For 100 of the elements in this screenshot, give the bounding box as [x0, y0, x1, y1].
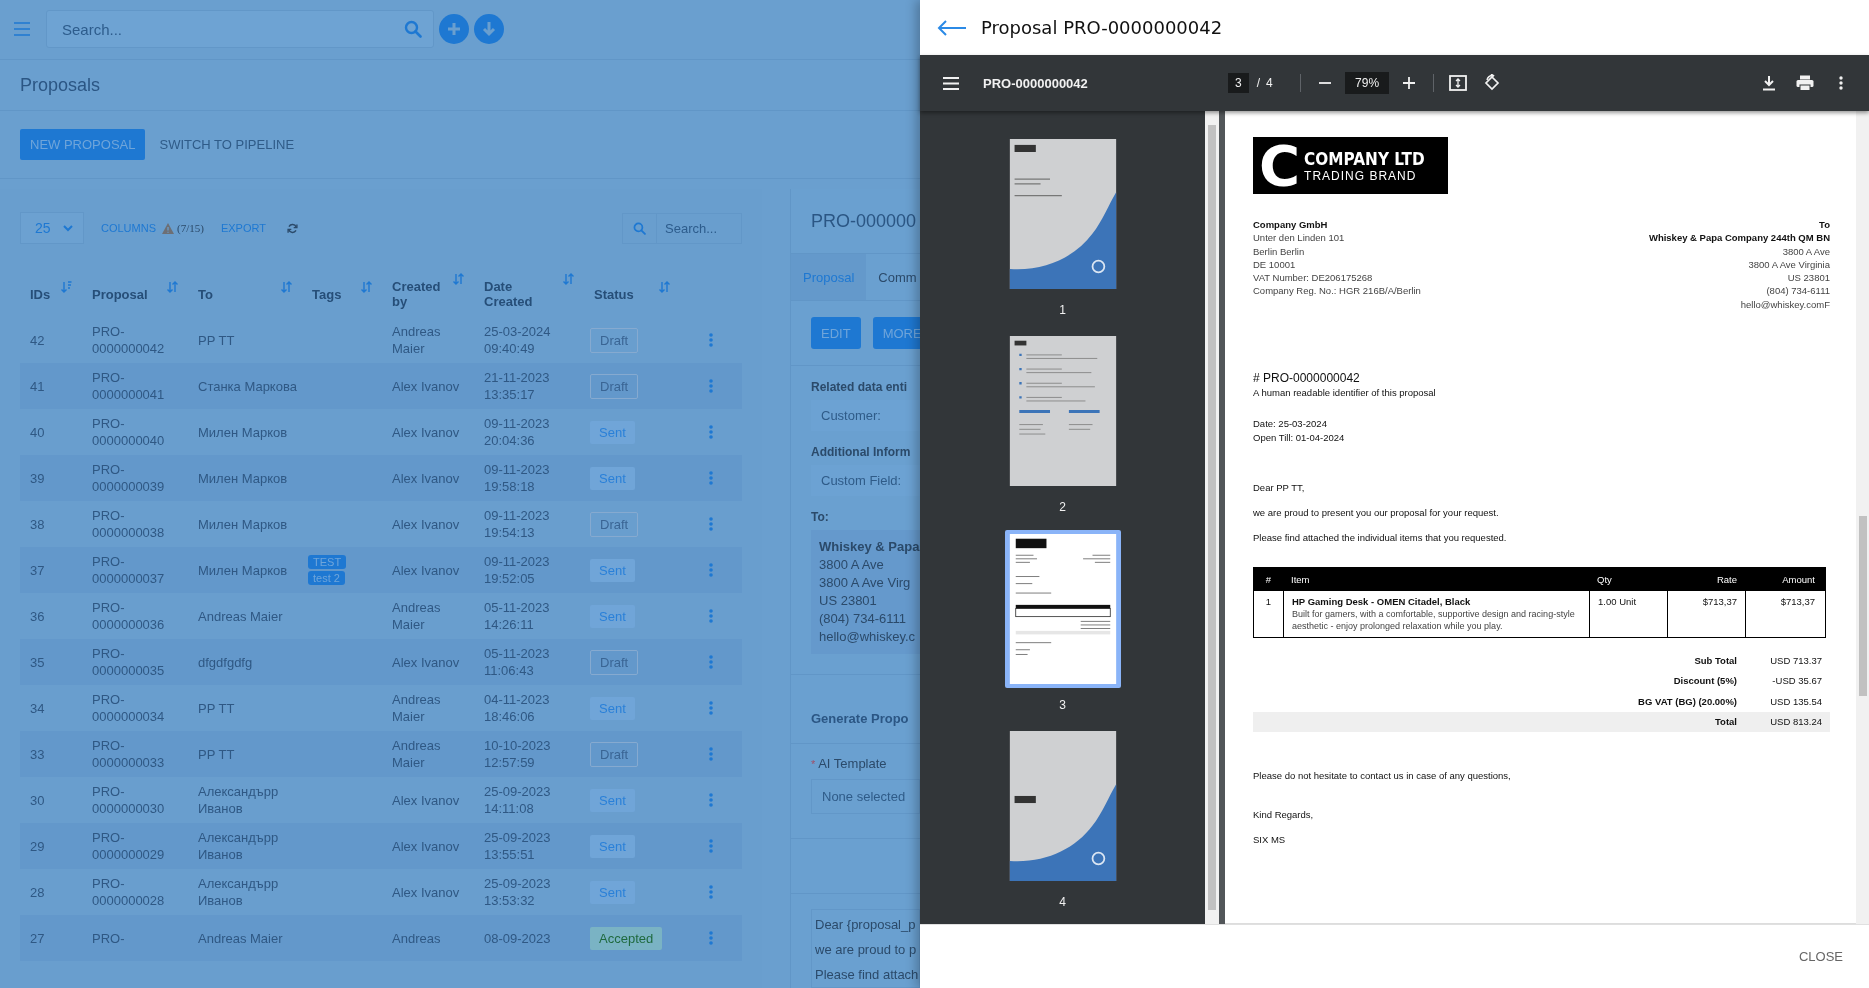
- table-cell-text: Alex Ivanov: [391, 653, 461, 671]
- search-icon: [404, 20, 422, 39]
- address-line: Unter den Linden 101: [1253, 231, 1346, 245]
- table-cell-text: 05-11-2023 14:26:11: [483, 599, 551, 633]
- status-badge: Sent: [590, 788, 635, 812]
- message-field[interactable]: Dear {proposal_p we are proud to p Please find attach: [811, 909, 920, 988]
- table-search-field[interactable]: Search...: [656, 212, 742, 244]
- sort-icon[interactable]: [281, 280, 292, 293]
- table-cell-text: PRO-0000000034: [91, 691, 166, 725]
- signature: SIX MS: [1253, 834, 1286, 846]
- table-row[interactable]: 30 PRO-0000000030 Александърр Иванов Alex Ivanov 25-09-2023 14:11:08 Sent: [20, 777, 742, 823]
- table-row[interactable]: 39 PRO-0000000039 Милен Марков Alex Ivanov 09-11-2023 19:58:18 Sent: [20, 455, 742, 501]
- columns-button[interactable]: COLUMNS: [101, 222, 156, 234]
- pipeline-button[interactable]: SWITCH TO PIPELINE: [149, 129, 305, 161]
- address-line: 3800 A Ave: [1782, 244, 1830, 258]
- table-cell-text: PRO-0000000040: [91, 415, 166, 449]
- more-icon: [709, 793, 713, 807]
- zoom-field[interactable]: 79%: [1345, 72, 1390, 94]
- more-icon: [709, 839, 713, 853]
- add-button[interactable]: [439, 14, 469, 45]
- page-number-field[interactable]: 3: [1228, 73, 1249, 93]
- sort-icon[interactable]: [167, 280, 178, 293]
- menu-icon: [14, 22, 30, 37]
- arrow-down-icon: [482, 21, 496, 38]
- more-icon: [1839, 76, 1843, 90]
- table-cell-text: 27: [29, 929, 46, 947]
- sort-icon[interactable]: [659, 280, 670, 293]
- tag: TEST: [308, 555, 347, 569]
- page-count: 4: [1266, 76, 1274, 90]
- address-line: (804) 734-6111: [819, 610, 907, 628]
- table-cell-text: Alex Ivanov: [391, 561, 461, 579]
- sort-icon[interactable]: [563, 273, 574, 285]
- tag: test 2: [308, 571, 345, 585]
- plus-icon: [447, 22, 461, 37]
- sort-icon[interactable]: [61, 280, 72, 293]
- greeting: Dear PP TT,: [1253, 482, 1305, 494]
- address-line: DE 10001: [1253, 257, 1297, 272]
- table-cell-text: PRO-0000000039: [91, 461, 166, 495]
- table-cell-text: 21-11-2023 13:35:17: [483, 369, 551, 403]
- export-button[interactable]: EXPORT: [220, 222, 266, 234]
- table-cell-text: 41: [29, 377, 46, 395]
- more-icon: [709, 931, 713, 945]
- item-description: Built for gamers, with a comfortable, supportive design and racing-style aesthetic - enjoy prolonged relaxation while you play.: [1292, 608, 1576, 633]
- table-row[interactable]: 42 PRO-0000000042 PP TT Andreas Maier 25-03-2024 09:40:49 Draft: [20, 317, 742, 363]
- table-row[interactable]: 28 PRO-0000000028 Александърр Иванов Alex Ivanov 25-09-2023 13:53:32 Sent: [20, 869, 742, 915]
- new-proposal-button[interactable]: NEW PROPOSAL: [20, 129, 146, 161]
- recipient-heading: To: [1819, 218, 1830, 232]
- column-header: IDs: [30, 286, 52, 302]
- tab[interactable]: Proposal: [791, 254, 867, 300]
- column-header: Status: [594, 286, 635, 302]
- table-row[interactable]: 29 PRO-0000000029 Александърр Иванов Alex Ivanov 25-09-2023 13:55:51 Sent: [20, 823, 742, 869]
- sort-icon[interactable]: [361, 280, 372, 293]
- file-name: PRO-0000000042: [983, 75, 1089, 91]
- table-cell-text: Alex Ivanov: [391, 377, 461, 395]
- tab[interactable]: Comm: [866, 254, 920, 300]
- warning-icon: [162, 222, 174, 234]
- table-cell-text: 08-09-2023: [483, 929, 552, 947]
- status-badge: Sent: [590, 558, 635, 582]
- table-cell-text: 25-09-2023 13:53:32: [483, 875, 552, 909]
- table-cell-text: 34: [29, 699, 46, 717]
- status-badge: Sent: [590, 420, 635, 444]
- search-field[interactable]: Search...: [46, 10, 434, 49]
- status-badge: Sent: [590, 880, 635, 904]
- table-cell-text: PP TT: [197, 699, 236, 717]
- more-icon: [709, 655, 713, 669]
- scrollbar[interactable]: [1205, 111, 1219, 924]
- table-row[interactable]: 34 PRO-0000000034 PP TT Andreas Maier 04-11-2023 18:46:06 Sent: [20, 685, 742, 731]
- sort-icon[interactable]: [453, 273, 464, 285]
- table-cell-text: 25-03-2024 09:40:49: [483, 323, 552, 357]
- table-cell-text: 04-11-2023 18:46:06: [483, 691, 551, 725]
- table-cell-text: PRO-0000000028: [91, 875, 166, 909]
- column-header: Proposal: [92, 286, 149, 302]
- page-size-select[interactable]: 25: [20, 212, 84, 244]
- totals-value: USD 135.54: [1769, 695, 1823, 707]
- table-cell-text: Andreas Maier: [391, 599, 442, 633]
- close-button[interactable]: CLOSE: [1792, 941, 1849, 972]
- table-cell-text: PP TT: [197, 745, 236, 763]
- table-cell-text: Andreas: [391, 929, 442, 947]
- action-button[interactable]: EDIT: [811, 317, 861, 349]
- table-cell-text: Милен Марков: [197, 561, 289, 579]
- table-row[interactable]: 36 PRO-0000000036 Andreas Maier Andreas Maier 05-11-2023 14:26:11 Sent: [20, 593, 742, 639]
- refresh-icon[interactable]: [286, 222, 298, 234]
- table-cell-text: 42: [29, 331, 46, 349]
- table-row[interactable]: 37 PRO-0000000037 Милен Марков TEST test 2 Alex Ivanov 09-11-2023 19:52:05 Sent: [20, 547, 742, 593]
- table-row[interactable]: 38 PRO-0000000038 Милен Марков Alex Ivanov 09-11-2023 19:54:13 Draft: [20, 501, 742, 547]
- table-cell-text: PRO-0000000033: [91, 737, 166, 771]
- address-line: VAT Number: DE206175268: [1253, 271, 1374, 285]
- back-button[interactable]: [937, 18, 967, 37]
- template-select[interactable]: None selected: [811, 779, 920, 814]
- column-header: Date Created: [484, 279, 534, 309]
- scrollbar[interactable]: [1856, 111, 1869, 924]
- column-header: To: [198, 286, 214, 302]
- print-icon: [1796, 75, 1814, 91]
- totals-label: Discount (5%): [1672, 675, 1737, 687]
- table-row[interactable]: 27 PRO- Andreas Maier Andreas 08-09-2023 Accepted: [20, 915, 742, 961]
- table-cell-text: PRO-0000000030: [91, 783, 166, 817]
- status-badge: Sent: [590, 466, 635, 490]
- address-line: 3800 A Ave Virg: [819, 574, 912, 592]
- table-cell-text: Милен Марков: [197, 469, 289, 487]
- table-row[interactable]: 40 PRO-0000000040 Милен Марков Alex Ivanov 09-11-2023 20:04:36 Sent: [20, 409, 742, 455]
